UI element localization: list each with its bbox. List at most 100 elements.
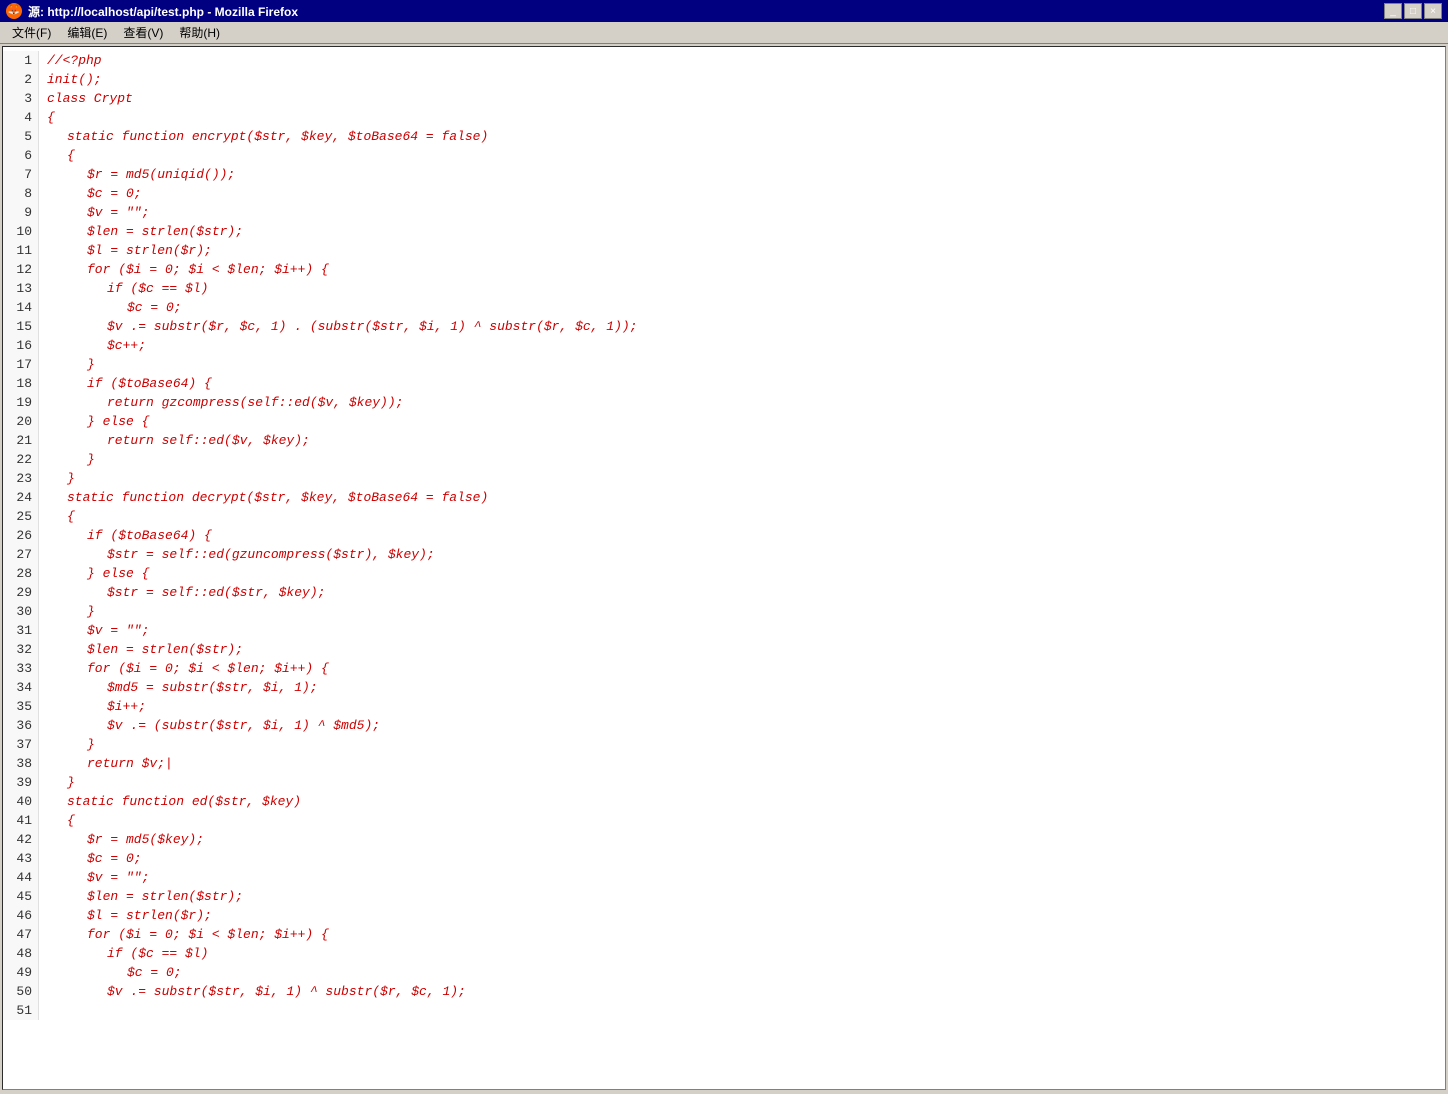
code-line: $len = strlen($str);: [47, 887, 1445, 906]
line-number: 40: [7, 792, 32, 811]
code-line: }: [47, 355, 1445, 374]
line-number: 50: [7, 982, 32, 1001]
line-number: 39: [7, 773, 32, 792]
line-number: 30: [7, 602, 32, 621]
line-number: 33: [7, 659, 32, 678]
line-number: 41: [7, 811, 32, 830]
code-line: for ($i = 0; $i < $len; $i++) {: [47, 260, 1445, 279]
code-line: $l = strlen($r);: [47, 906, 1445, 925]
code-line: static function ed($str, $key): [47, 792, 1445, 811]
line-number: 51: [7, 1001, 32, 1020]
code-line: if ($c == $l): [47, 944, 1445, 963]
line-number: 26: [7, 526, 32, 545]
line-number: 46: [7, 906, 32, 925]
code-line: } else {: [47, 564, 1445, 583]
line-number: 42: [7, 830, 32, 849]
code-line: $v = "";: [47, 868, 1445, 887]
code-line: }: [47, 773, 1445, 792]
code-line: class Crypt: [47, 89, 1445, 108]
minimize-button[interactable]: _: [1384, 3, 1402, 19]
code-line: }: [47, 469, 1445, 488]
code-line: } else {: [47, 412, 1445, 431]
menu-help[interactable]: 帮助(H): [171, 22, 228, 43]
code-line: }: [47, 735, 1445, 754]
line-number: 21: [7, 431, 32, 450]
code-container: 1234567891011121314151617181920212223242…: [3, 47, 1445, 1024]
code-line: $len = strlen($str);: [47, 640, 1445, 659]
code-line: if ($c == $l): [47, 279, 1445, 298]
code-line: $v .= (substr($str, $i, 1) ^ $md5);: [47, 716, 1445, 735]
code-line: {: [47, 811, 1445, 830]
line-number: 43: [7, 849, 32, 868]
code-line: return gzcompress(self::ed($v, $key));: [47, 393, 1445, 412]
code-line: }: [47, 602, 1445, 621]
line-number: 49: [7, 963, 32, 982]
line-number: 16: [7, 336, 32, 355]
app-icon: 🦊: [6, 3, 22, 19]
line-number: 32: [7, 640, 32, 659]
line-number: 35: [7, 697, 32, 716]
line-number: 29: [7, 583, 32, 602]
line-number: 38: [7, 754, 32, 773]
code-line: static function encrypt($str, $key, $toB…: [47, 127, 1445, 146]
line-number: 8: [7, 184, 32, 203]
code-line: for ($i = 0; $i < $len; $i++) {: [47, 925, 1445, 944]
code-line: return self::ed($v, $key);: [47, 431, 1445, 450]
code-line: }: [47, 450, 1445, 469]
code-line: $v = "";: [47, 203, 1445, 222]
code-line: {: [47, 507, 1445, 526]
code-line: for ($i = 0; $i < $len; $i++) {: [47, 659, 1445, 678]
line-numbers: 1234567891011121314151617181920212223242…: [3, 51, 39, 1020]
code-line: $str = self::ed(gzuncompress($str), $key…: [47, 545, 1445, 564]
code-line: //<?php: [47, 51, 1445, 70]
menu-view[interactable]: 查看(V): [115, 22, 171, 43]
code-line: if ($toBase64) {: [47, 526, 1445, 545]
line-number: 44: [7, 868, 32, 887]
line-number: 24: [7, 488, 32, 507]
line-number: 7: [7, 165, 32, 184]
content-area[interactable]: 1234567891011121314151617181920212223242…: [2, 46, 1446, 1090]
code-line: {: [47, 108, 1445, 127]
code-line: $str = self::ed($str, $key);: [47, 583, 1445, 602]
line-number: 27: [7, 545, 32, 564]
code-line: $c = 0;: [47, 184, 1445, 203]
line-number: 4: [7, 108, 32, 127]
menu-file[interactable]: 文件(F): [4, 22, 59, 43]
window-title: 源: http://localhost/api/test.php - Mozil…: [28, 3, 1384, 20]
line-number: 1: [7, 51, 32, 70]
line-number: 5: [7, 127, 32, 146]
line-number: 20: [7, 412, 32, 431]
line-number: 37: [7, 735, 32, 754]
line-number: 36: [7, 716, 32, 735]
code-line: $v .= substr($r, $c, 1) . (substr($str, …: [47, 317, 1445, 336]
line-number: 12: [7, 260, 32, 279]
line-number: 25: [7, 507, 32, 526]
menu-bar: 文件(F) 编辑(E) 查看(V) 帮助(H): [0, 22, 1448, 44]
line-number: 48: [7, 944, 32, 963]
menu-edit[interactable]: 编辑(E): [59, 22, 115, 43]
line-number: 10: [7, 222, 32, 241]
code-line: $i++;: [47, 697, 1445, 716]
line-number: 45: [7, 887, 32, 906]
window-controls: _ □ ×: [1384, 3, 1442, 19]
line-number: 6: [7, 146, 32, 165]
line-number: 34: [7, 678, 32, 697]
code-line: $l = strlen($r);: [47, 241, 1445, 260]
code-lines: //<?phpinit();class Crypt{static functio…: [39, 51, 1445, 1020]
line-number: 15: [7, 317, 32, 336]
line-number: 2: [7, 70, 32, 89]
close-button[interactable]: ×: [1424, 3, 1442, 19]
maximize-button[interactable]: □: [1404, 3, 1422, 19]
title-bar: 🦊 源: http://localhost/api/test.php - Moz…: [0, 0, 1448, 22]
code-line: $v .= substr($str, $i, 1) ^ substr($r, $…: [47, 982, 1445, 1001]
code-line: $c++;: [47, 336, 1445, 355]
code-line: $md5 = substr($str, $i, 1);: [47, 678, 1445, 697]
code-line: $v = "";: [47, 621, 1445, 640]
line-number: 17: [7, 355, 32, 374]
line-number: 13: [7, 279, 32, 298]
line-number: 14: [7, 298, 32, 317]
code-line: $len = strlen($str);: [47, 222, 1445, 241]
line-number: 18: [7, 374, 32, 393]
line-number: 9: [7, 203, 32, 222]
line-number: 19: [7, 393, 32, 412]
